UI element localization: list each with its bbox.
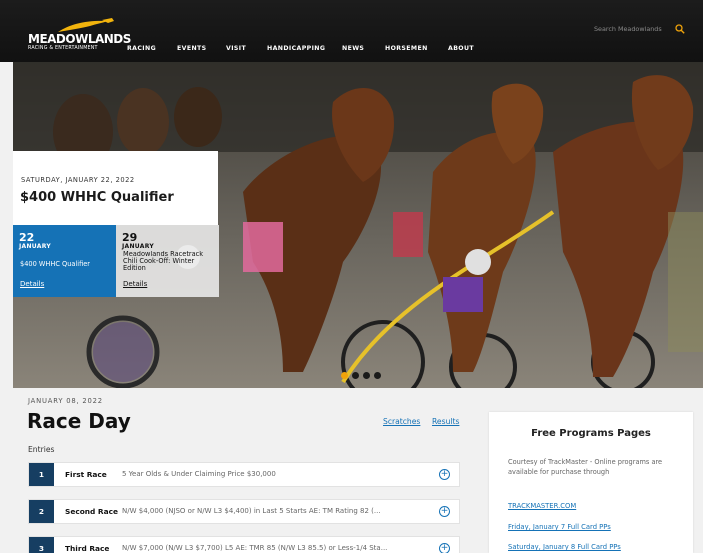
race-name: Third Race: [65, 544, 110, 553]
carousel-dot-2[interactable]: [352, 372, 359, 379]
trackmaster-link[interactable]: TRACKMASTER.COM: [508, 502, 576, 510]
expand-plus-icon[interactable]: +: [439, 469, 450, 480]
free-programs-panel: Free Programs Pages Courtesy of TrackMas…: [489, 412, 693, 553]
panel-description: Courtesy of TrackMaster - Online program…: [508, 458, 663, 476]
carousel-dot-4[interactable]: [374, 372, 381, 379]
top-bar: MEADOWLANDS RACING & ENTERTAINMENT RACIN…: [0, 0, 703, 62]
event-day: 29: [122, 231, 138, 244]
search-icon[interactable]: [675, 24, 685, 34]
featured-event-card[interactable]: SATURDAY, JANUARY 22, 2022 $400 WHHC Qua…: [13, 151, 218, 225]
race-day-date: JANUARY 08, 2022: [28, 397, 103, 405]
featured-event-title[interactable]: $400 WHHC Qualifier: [20, 190, 174, 205]
search-box[interactable]: Search Meadowlands: [594, 24, 688, 38]
race-conditions: N/W $4,000 (NJSO or N/W L3 $4,400) in La…: [122, 507, 381, 515]
logo-wordmark: MEADOWLANDS: [28, 32, 131, 46]
carousel-dot-3[interactable]: [363, 372, 370, 379]
event-month: JANUARY: [122, 243, 154, 250]
scratches-link[interactable]: Scratches: [383, 417, 420, 426]
expand-plus-icon[interactable]: +: [439, 543, 450, 553]
race-conditions: N/W $7,000 (N/W L3 $7,700) L5 AE: TMR 85…: [122, 544, 388, 552]
featured-event-date: SATURDAY, JANUARY 22, 2022: [21, 176, 135, 184]
nav-handicapping[interactable]: HANDICAPPING: [267, 45, 325, 52]
race-name: Second Race: [65, 507, 118, 516]
search-input[interactable]: Search Meadowlands: [594, 25, 662, 33]
panel-title: Free Programs Pages: [531, 428, 651, 439]
nav-news[interactable]: NEWS: [342, 45, 364, 52]
race-number-badge: 3: [29, 537, 54, 553]
nav-racing[interactable]: RACING: [127, 45, 156, 52]
carousel-dots: [341, 372, 381, 380]
page-title: Race Day: [27, 409, 131, 433]
race-row[interactable]: 3 Third Race N/W $7,000 (N/W L3 $7,700) …: [28, 536, 460, 553]
event-details-link[interactable]: Details: [20, 280, 44, 288]
event-day: 22: [19, 231, 35, 244]
expand-plus-icon[interactable]: +: [439, 506, 450, 517]
results-link[interactable]: Results: [432, 417, 459, 426]
event-details-link[interactable]: Details: [123, 280, 147, 288]
event-card-1[interactable]: 22 JANUARY $400 WHHC Qualifier Details: [13, 225, 116, 297]
logo-tagline: RACING & ENTERTAINMENT: [28, 46, 98, 51]
meadowlands-logo[interactable]: MEADOWLANDS RACING & ENTERTAINMENT: [28, 18, 131, 56]
nav-horsemen[interactable]: HORSEMEN: [385, 45, 428, 52]
nav-about[interactable]: ABOUT: [448, 45, 474, 52]
race-conditions: 5 Year Olds & Under Claiming Price $30,0…: [122, 470, 276, 478]
race-number-badge: 1: [29, 463, 54, 486]
nav-visit[interactable]: VISIT: [226, 45, 246, 52]
event-name: Meadowlands Racetrack Chili Cook-Off: Wi…: [123, 251, 204, 271]
event-card-2[interactable]: 29 JANUARY Meadowlands Racetrack Chili C…: [116, 225, 219, 297]
nav-events[interactable]: EVENTS: [177, 45, 207, 52]
carousel-dot-1[interactable]: [341, 372, 348, 379]
friday-pps-link[interactable]: Friday, January 7 Full Card PPs: [508, 523, 611, 531]
saturday-pps-link[interactable]: Saturday, January 8 Full Card PPs: [508, 543, 621, 551]
race-name: First Race: [65, 470, 107, 479]
event-name: $400 WHHC Qualifier: [20, 260, 91, 268]
entries-label: Entries: [28, 445, 55, 454]
race-row[interactable]: 2 Second Race N/W $4,000 (NJSO or N/W L3…: [28, 499, 460, 524]
race-number-badge: 2: [29, 500, 54, 523]
event-month: JANUARY: [19, 243, 51, 250]
race-row[interactable]: 1 First Race 5 Year Olds & Under Claimin…: [28, 462, 460, 487]
